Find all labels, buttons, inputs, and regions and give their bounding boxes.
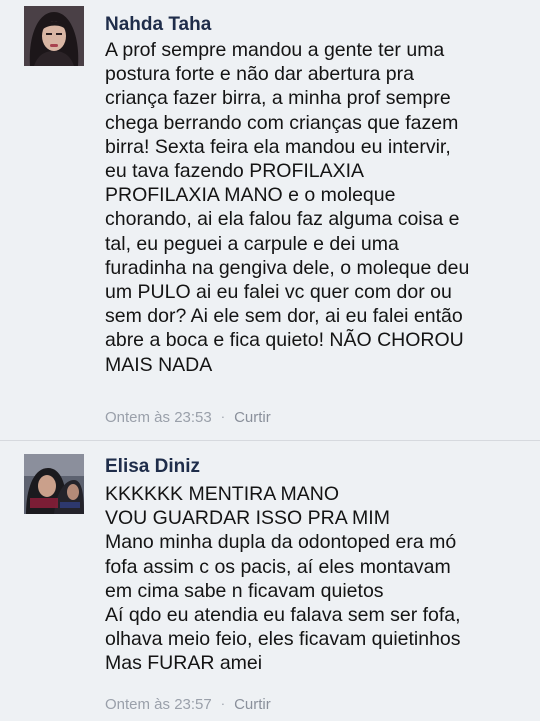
comment-line: em cima sabe n ficavam quietos	[105, 579, 384, 602]
comment-line: postura forte e não dar abertura pra	[105, 63, 414, 86]
comment-line: A prof sempre mandou a gente ter uma	[105, 39, 445, 61]
meta-separator: ·	[220, 409, 226, 424]
comment-line: abre a boca e fica quieto! NÃO CHOROU	[105, 329, 464, 352]
like-button[interactable]: Curtir	[234, 409, 271, 426]
meta-separator: ·	[220, 696, 226, 711]
comment-line: fofa assim c os pacis, aí eles montavam	[105, 555, 451, 578]
comment-line: olhava meio feio, eles ficavam quietinho…	[105, 628, 461, 651]
comment-text: A prof sempre mandou a gente ter uma pos…	[105, 38, 530, 377]
comment-line: furadinha na gengiva dele, o moleque deu	[105, 256, 470, 279]
comment-line: chega berrando com crianças que fazem	[105, 111, 459, 134]
avatar-photo	[24, 6, 84, 66]
comment-line: criança fazer birra, a minha prof sempre	[105, 87, 451, 110]
comment-line: eu tava fazendo PROFILAXIA	[105, 160, 365, 183]
comment-line: Mas FURAR amei	[105, 652, 263, 675]
comment-line: PROFILAXIA MANO e o moleque	[105, 184, 396, 207]
comment-line: birra! Sexta feira ela mandou eu intervi…	[105, 135, 451, 158]
comment-line: Mano minha dupla da odontoped era mó	[105, 531, 457, 554]
comment-line: Aí qdo eu atendia eu falava sem ser fofa…	[105, 604, 461, 627]
avatar[interactable]	[24, 454, 84, 514]
comment-author[interactable]: Nahda Taha	[105, 14, 211, 36]
comment-meta: Ontem às 23:57 · Curtir	[105, 696, 271, 713]
avatar[interactable]	[24, 6, 84, 66]
comment-text: KKKKKK MENTIRA MANO VOU GUARDAR ISSO PRA…	[105, 482, 530, 676]
comment-line: VOU GUARDAR ISSO PRA MIM	[105, 507, 390, 530]
comment-timestamp[interactable]: Ontem às 23:57	[105, 696, 212, 713]
comment-line: tal, eu peguei a carpule e dei uma	[105, 232, 399, 255]
comment-timestamp[interactable]: Ontem às 23:53	[105, 409, 212, 426]
avatar-photo	[24, 454, 84, 514]
like-button[interactable]: Curtir	[234, 696, 271, 713]
comment-2: Elisa Diniz KKKKKK MENTIRA MANO VOU GUAR…	[0, 440, 540, 721]
comment-line: um PULO ai eu falei vc quer com dor ou	[105, 281, 452, 304]
comment-meta: Ontem às 23:53 · Curtir	[105, 409, 271, 426]
comment-1: Nahda Taha A prof sempre mandou a gente …	[0, 0, 540, 440]
comment-line: sem dor? Ai ele sem dor, ai eu falei ent…	[105, 305, 463, 328]
comment-line: chorando, ai ela falou faz alguma coisa …	[105, 208, 460, 231]
comment-line: KKKKKK MENTIRA MANO	[105, 483, 340, 505]
comment-author[interactable]: Elisa Diniz	[105, 456, 200, 478]
comment-line: MAIS NADA	[105, 353, 213, 376]
